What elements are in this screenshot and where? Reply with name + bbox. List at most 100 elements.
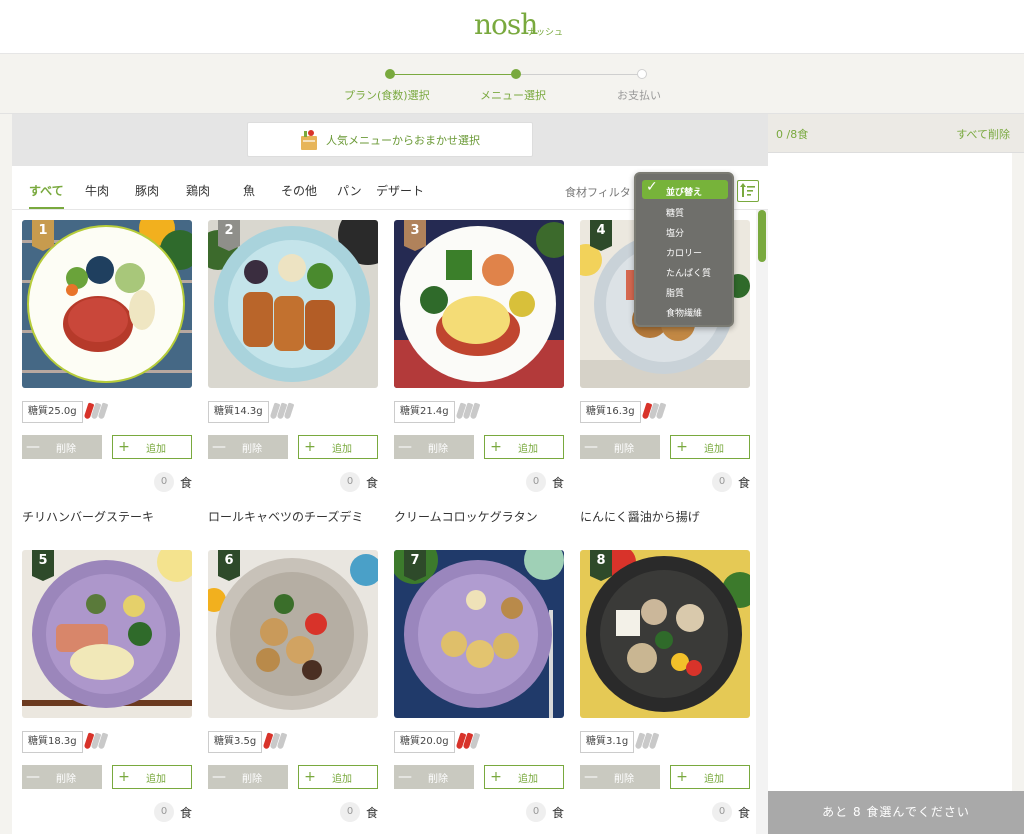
quantity-unit: 食 [180,476,193,490]
tab-pork[interactable]: 豚肉 [135,182,159,207]
sort-option-fat[interactable]: 脂質 [666,286,684,299]
quantity-count: 0 [526,802,546,822]
quantity-unit: 食 [738,806,751,820]
minus-icon: — [26,769,40,785]
delete-button[interactable]: — 削除 [580,765,660,789]
minus-icon: — [398,439,412,455]
meal-name[interactable]: チリハンバーグステーキ [22,508,154,525]
add-button[interactable]: + 追加 [670,765,750,789]
quantity-count: 0 [340,802,360,822]
tab-fish[interactable]: 魚 [243,182,255,207]
sort-toggle-button[interactable] [737,180,759,202]
sort-icon [740,183,755,197]
quantity-count: 0 [712,802,732,822]
meal-name[interactable]: にんにく醤油から揚げ [580,508,700,525]
step-dot-menu [511,69,521,79]
step-line-done [390,74,516,75]
rank-badge: 5 [32,550,54,581]
quantity-unit: 食 [552,476,565,490]
cart-footer-button[interactable]: あと 8 食選んでください [768,791,1024,834]
sugar-badge: 糖質21.4g [394,401,455,423]
plus-icon: + [304,439,316,455]
delete-button[interactable]: — 削除 [580,435,660,459]
tab-beef[interactable]: 牛肉 [85,182,109,207]
plus-icon: + [304,769,316,785]
minus-icon: — [584,769,598,785]
add-button[interactable]: + 追加 [112,435,192,459]
tab-bread[interactable]: パン [337,182,362,207]
quantity-unit: 食 [180,806,193,820]
rank-badge: 8 [590,550,612,581]
delete-button[interactable]: — 削除 [22,765,102,789]
delete-button[interactable]: — 削除 [208,765,288,789]
sugar-badge: 糖質16.3g [580,401,641,423]
add-button[interactable]: + 追加 [484,435,564,459]
cart-scrollbar[interactable] [1012,153,1024,793]
quantity-count: 0 [154,802,174,822]
plus-icon: + [676,769,688,785]
auto-select-button[interactable]: 人気メニューからおまかせ選択 [247,122,533,157]
sort-dropdown: ✓ 並び替え 糖質 塩分 カロリー たんぱく質 脂質 食物繊維 [634,172,734,327]
minus-icon: — [212,769,226,785]
sugar-badge: 糖質14.3g [208,401,269,423]
rank-badge: 1 [32,220,54,251]
minus-icon: — [212,439,226,455]
rank-badge: 2 [218,220,240,251]
rank-badge: 4 [590,220,612,251]
clear-all-link[interactable]: すべて削除 [956,126,1010,142]
minus-icon: — [584,439,598,455]
step-label-menu: メニュー選択 [480,89,546,102]
plus-icon: + [490,769,502,785]
step-dot-plan [385,69,395,79]
add-button[interactable]: + 追加 [670,435,750,459]
step-label-plan[interactable]: プラン(食数)選択 [344,87,430,103]
sugar-badge: 糖質18.3g [22,731,83,753]
delete-button[interactable]: — 削除 [394,435,474,459]
step-line-pending [516,74,642,75]
plus-icon: + [118,769,130,785]
tab-other[interactable]: その他 [281,182,317,207]
add-button[interactable]: + 追加 [112,765,192,789]
tab-all[interactable]: すべて [29,182,64,209]
quantity-count: 0 [154,472,174,492]
delete-button[interactable]: — 削除 [22,435,102,459]
sort-option-sugar[interactable]: 糖質 [666,206,684,219]
sort-option-calories[interactable]: カロリー [666,246,702,259]
auto-select-label: 人気メニューからおまかせ選択 [326,133,480,147]
quantity-count: 0 [712,472,732,492]
plus-icon: + [490,439,502,455]
add-button[interactable]: + 追加 [298,765,378,789]
quantity-unit: 食 [552,806,565,820]
tab-chicken[interactable]: 鶏肉 [186,182,210,207]
sort-option-fiber[interactable]: 食物繊維 [666,306,702,319]
tab-dessert[interactable]: デザート [376,182,424,207]
spice-level-icon [455,402,481,421]
spice-level-icon [641,402,667,421]
step-label-payment: お支払い [617,89,661,102]
ingredient-filter[interactable]: 食材フィルタ ▾ [565,184,640,200]
promo-bar: 人気メニューからおまかせ選択 [12,114,768,166]
sugar-badge: 糖質25.0g [22,401,83,423]
logo-kana: ナッシュ [527,28,564,38]
menu-scrollbar-thumb[interactable] [758,210,766,262]
meal-name[interactable]: ロールキャベツのチーズデミ [208,508,363,525]
quantity-unit: 食 [366,806,379,820]
delete-button[interactable]: — 削除 [394,765,474,789]
sort-option-salt[interactable]: 塩分 [666,226,684,239]
quantity-unit: 食 [366,476,379,490]
add-button[interactable]: + 追加 [298,435,378,459]
delete-button[interactable]: — 削除 [208,435,288,459]
cart-header: 0 /8食 すべて削除 [768,114,1024,153]
check-icon: ✓ [646,179,658,195]
menu-scrollbar[interactable] [756,210,768,834]
sort-option-default[interactable]: 並び替え [666,185,702,198]
meal-name[interactable]: クリームコロッケグラタン [394,508,538,525]
sugar-badge: 糖質3.1g [580,731,635,753]
sort-option-protein[interactable]: たんぱく質 [666,266,711,279]
add-button[interactable]: + 追加 [484,765,564,789]
step-dot-payment [637,69,647,79]
header: nosh ナッシュ [0,0,1024,54]
cart-count: 0 /8食 [776,128,809,141]
cart-sidebar: 0 /8食 すべて削除 あと 8 食選んでください [768,114,1024,834]
sugar-badge: 糖質3.5g [208,731,263,753]
